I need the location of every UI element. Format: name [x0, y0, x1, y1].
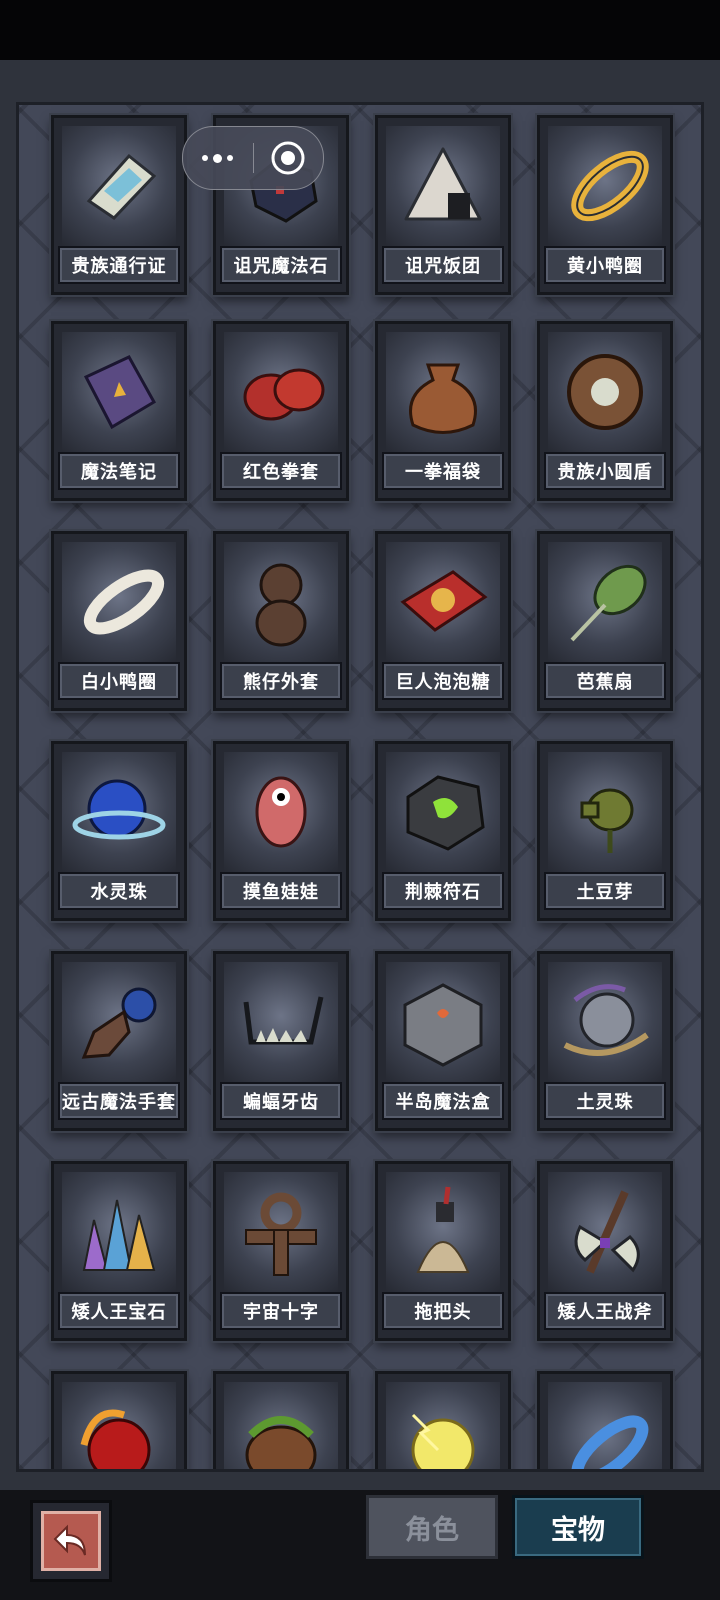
white-ring-icon	[62, 542, 176, 662]
mini-program-capsule[interactable]	[182, 126, 324, 190]
item-card[interactable]: 矮人王宝石	[51, 1161, 187, 1341]
water-orb-icon	[62, 752, 176, 872]
crystals-icon	[62, 1172, 176, 1292]
bear-icon	[224, 542, 338, 662]
item-card[interactable]: 荆棘符石	[375, 741, 511, 921]
axe-icon	[548, 1172, 662, 1292]
gum-box-icon	[386, 542, 500, 662]
mop-icon	[386, 1172, 500, 1292]
cross-icon	[224, 1172, 338, 1292]
item-card[interactable]: 矮人王战斧	[537, 1161, 673, 1341]
item-label: 远古魔法手套	[58, 1082, 180, 1120]
sprout-icon	[548, 752, 662, 872]
cube-icon	[386, 962, 500, 1082]
item-label: 熊仔外套	[220, 662, 342, 700]
item-label: 芭蕉扇	[544, 662, 666, 700]
status-bar-area	[0, 0, 720, 60]
item-label: 贵族小圆盾	[544, 452, 666, 490]
item-card[interactable]: 芭蕉扇	[537, 531, 673, 711]
item-label: 摸鱼娃娃	[220, 872, 342, 910]
fire-orb-icon	[62, 1382, 176, 1469]
rune-stone-icon	[386, 752, 500, 872]
item-label: 白小鸭圈	[58, 662, 180, 700]
more-dots-icon[interactable]	[183, 153, 253, 163]
item-card[interactable]: 水灵珠	[51, 741, 187, 921]
target-circle-icon[interactable]	[254, 140, 324, 176]
item-card[interactable]: 宇宙十字	[213, 1161, 349, 1341]
bag-icon	[386, 332, 500, 452]
item-card[interactable]: 一拳福袋	[375, 321, 511, 501]
item-card[interactable]: 红色拳套	[213, 321, 349, 501]
item-label: 水灵珠	[58, 872, 180, 910]
item-card[interactable]: 拖把头	[375, 1161, 511, 1341]
item-card[interactable]: 白小鸭圈	[51, 531, 187, 711]
item-card[interactable]: 蝙蝠牙齿	[213, 951, 349, 1131]
item-label: 诅咒魔法石	[220, 246, 342, 284]
item-label: 诅咒饭团	[382, 246, 504, 284]
item-label: 巨人泡泡糖	[382, 662, 504, 700]
item-card[interactable]: 黄小鸭圈	[537, 115, 673, 295]
item-card[interactable]: 土灵珠	[537, 951, 673, 1131]
item-label: 拖把头	[382, 1292, 504, 1330]
item-label: 荆棘符石	[382, 872, 504, 910]
item-label: 蝙蝠牙齿	[220, 1082, 342, 1120]
item-label: 魔法笔记	[58, 452, 180, 490]
item-card[interactable]: 诅咒饭团	[375, 115, 511, 295]
item-label: 黄小鸭圈	[544, 246, 666, 284]
tab-treasure[interactable]: 宝物	[512, 1495, 644, 1559]
back-arrow-icon	[41, 1511, 101, 1571]
card-icon	[62, 126, 176, 246]
item-label: 宇宙十字	[220, 1292, 342, 1330]
item-card[interactable]	[51, 1371, 187, 1469]
doll-icon	[224, 752, 338, 872]
item-card[interactable]: 熊仔外套	[213, 531, 349, 711]
earth-orb-icon	[548, 962, 662, 1082]
item-card[interactable]: 魔法笔记	[51, 321, 187, 501]
item-label: 半岛魔法盒	[382, 1082, 504, 1120]
shield-icon	[548, 332, 662, 452]
teeth-icon	[224, 962, 338, 1082]
item-card[interactable]	[213, 1371, 349, 1469]
lightning-orb-icon	[386, 1382, 500, 1469]
item-card[interactable]	[537, 1371, 673, 1469]
back-button[interactable]	[30, 1500, 112, 1582]
item-label: 矮人王战斧	[544, 1292, 666, 1330]
blue-ring-icon	[548, 1382, 662, 1469]
item-card[interactable]: 巨人泡泡糖	[375, 531, 511, 711]
item-label: 一拳福袋	[382, 452, 504, 490]
item-card[interactable]: 贵族通行证	[51, 115, 187, 295]
boxing-glove-icon	[224, 332, 338, 452]
treasure-grid-panel[interactable]: 贵族通行证 诅咒魔法石 诅咒饭团 黄小鸭圈 魔法笔记 红色拳套 一拳福袋 贵族小…	[16, 102, 704, 1472]
item-label: 红色拳套	[220, 452, 342, 490]
tab-roles[interactable]: 角色	[366, 1495, 498, 1559]
item-label: 贵族通行证	[58, 246, 180, 284]
book-icon	[62, 332, 176, 452]
item-card[interactable]: 半岛魔法盒	[375, 951, 511, 1131]
gauntlet-icon	[62, 962, 176, 1082]
item-label: 土豆芽	[544, 872, 666, 910]
item-card[interactable]	[375, 1371, 511, 1469]
yellow-ring-icon	[548, 126, 662, 246]
item-card[interactable]: 土豆芽	[537, 741, 673, 921]
item-card[interactable]: 贵族小圆盾	[537, 321, 673, 501]
item-card[interactable]: 摸鱼娃娃	[213, 741, 349, 921]
plant-pot-icon	[224, 1382, 338, 1469]
item-card[interactable]: 远古魔法手套	[51, 951, 187, 1131]
item-label: 土灵珠	[544, 1082, 666, 1120]
item-label: 矮人王宝石	[58, 1292, 180, 1330]
rice-ball-icon	[386, 126, 500, 246]
fan-icon	[548, 542, 662, 662]
